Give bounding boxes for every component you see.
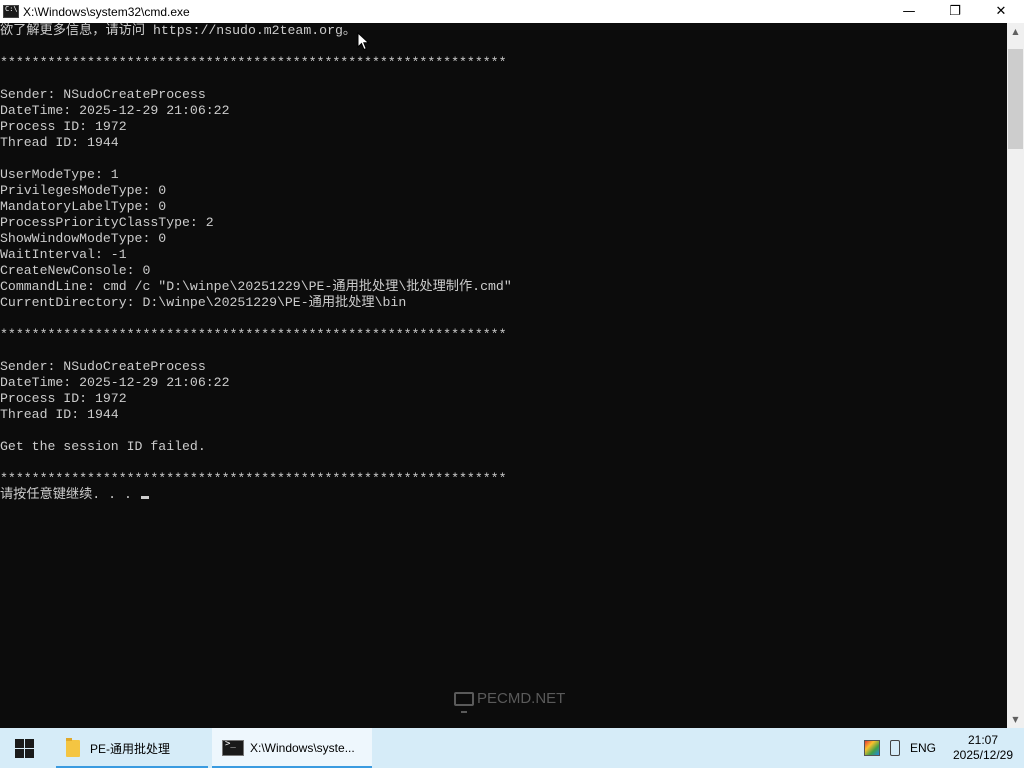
taskbar-item-folder[interactable]: PE-通用批处理 xyxy=(56,728,208,768)
minimize-button[interactable]: — xyxy=(886,0,932,23)
pecmd-watermark: PECMD.NET xyxy=(454,690,566,713)
monitor-icon xyxy=(454,691,474,713)
console-line: DateTime: 2025-12-29 21:06:22 xyxy=(0,375,230,390)
scroll-down-button[interactable]: ▼ xyxy=(1007,711,1024,728)
close-button[interactable]: ✕ xyxy=(978,0,1024,23)
usb-drive-icon[interactable] xyxy=(889,740,900,756)
text-cursor xyxy=(140,496,149,499)
console-line: WaitInterval: -1 xyxy=(0,247,127,262)
cmd-window[interactable]: X:\Windows\system32\cmd.exe — ❐ ✕ 欲了解更多信… xyxy=(0,0,1024,728)
console-line: Thread ID: 1944 xyxy=(0,407,119,422)
taskbar-item-cmd[interactable]: X:\Windows\syste... xyxy=(212,728,372,768)
console-line: ****************************************… xyxy=(0,471,507,486)
console-line: CommandLine: cmd /c "D:\winpe\20251229\P… xyxy=(0,279,512,294)
console-line: PrivilegesModeType: 0 xyxy=(0,183,167,198)
folder-icon xyxy=(66,737,80,757)
scroll-up-button[interactable]: ▲ xyxy=(1007,23,1024,40)
console-line: 欲了解更多信息，请访问 https://nsudo.m2team.org。 xyxy=(0,23,357,38)
watermark-text: PECMD.NET xyxy=(477,690,566,707)
console-line: 请按任意键继续. . . xyxy=(0,487,1007,503)
clock-date: 2025/12/29 xyxy=(952,748,1014,762)
console-line: Get the session ID failed. xyxy=(0,439,206,454)
title-bar[interactable]: X:\Windows\system32\cmd.exe — ❐ ✕ xyxy=(0,0,1024,23)
windows-logo-icon xyxy=(14,738,34,758)
cmd-app-icon[interactable] xyxy=(3,5,19,18)
window-title: X:\Windows\system32\cmd.exe xyxy=(23,4,190,19)
system-tray: ENG 21:07 2025/12/29 xyxy=(863,728,1024,768)
console-lines: 欲了解更多信息，请访问 https://nsudo.m2team.org。 ***… xyxy=(0,23,1007,503)
taskbar-item-label: PE-通用批处理 xyxy=(90,741,171,756)
taskbar-item-label: X:\Windows\syste... xyxy=(250,741,355,755)
console-line: MandatoryLabelType: 0 xyxy=(0,199,167,214)
triangle-up-icon: ▲ xyxy=(1012,27,1019,36)
input-language-indicator[interactable]: ENG xyxy=(910,741,936,755)
console-line: CreateNewConsole: 0 xyxy=(0,263,151,278)
close-icon: ✕ xyxy=(995,4,1007,19)
console-line: Sender: NSudoCreateProcess xyxy=(0,359,206,374)
restore-button[interactable]: ❐ xyxy=(932,0,978,23)
console-output[interactable]: 欲了解更多信息，请访问 https://nsudo.m2team.org。 ***… xyxy=(0,23,1007,728)
triangle-down-icon: ▼ xyxy=(1012,715,1019,724)
console-line: DateTime: 2025-12-29 21:06:22 xyxy=(0,103,230,118)
color-palette-icon[interactable] xyxy=(863,740,880,756)
start-button[interactable] xyxy=(0,728,48,768)
window-controls: — ❐ ✕ xyxy=(886,0,1024,23)
taskbar: PE-通用批处理 X:\Windows\syste... ENG 21:07 2… xyxy=(0,728,1024,768)
vertical-scrollbar[interactable]: ▲ ▼ xyxy=(1007,23,1024,728)
console-line: ShowWindowModeType: 0 xyxy=(0,231,167,246)
console-line: Sender: NSudoCreateProcess xyxy=(0,87,206,102)
mouse-pointer-icon xyxy=(357,32,370,51)
restore-icon: ❐ xyxy=(949,4,961,19)
minimize-icon: — xyxy=(902,4,916,19)
scroll-thumb[interactable] xyxy=(1008,49,1023,149)
console-line: ProcessPriorityClassType: 2 xyxy=(0,215,214,230)
clock-time: 21:07 xyxy=(967,733,999,747)
console-line: Process ID: 1972 xyxy=(0,391,127,406)
console-line: Thread ID: 1944 xyxy=(0,135,119,150)
clock[interactable]: 21:07 2025/12/29 xyxy=(946,733,1020,763)
console-line: ****************************************… xyxy=(0,55,507,70)
console-line: ****************************************… xyxy=(0,327,507,342)
console-line: UserModeType: 1 xyxy=(0,167,119,182)
console-line: CurrentDirectory: D:\winpe\20251229\PE-通… xyxy=(0,295,407,310)
console-line: Process ID: 1972 xyxy=(0,119,127,134)
cmd-icon xyxy=(222,739,244,756)
